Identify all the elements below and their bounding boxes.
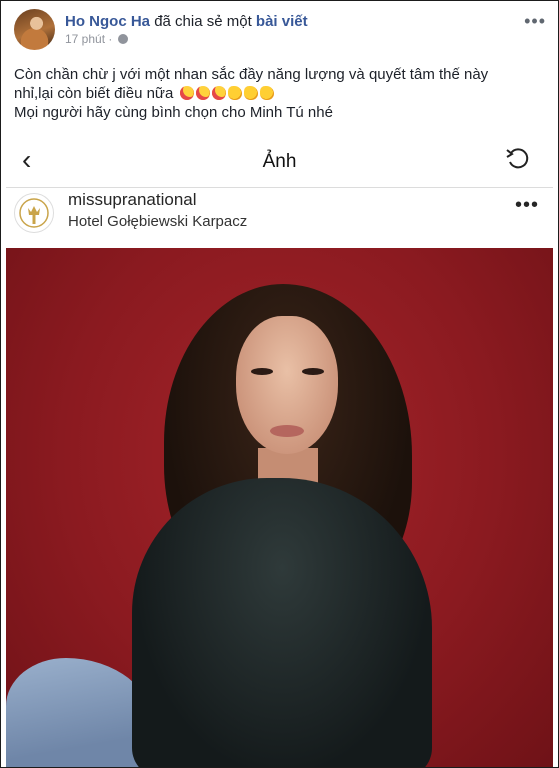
post-time[interactable]: 17 phút [65,32,105,46]
kiss-emoji-icon [195,86,210,100]
instagram-location[interactable]: Hotel Gołębiewski Karpacz [68,213,247,230]
shared-photo-view: ‹ Ảnh missupranational Hotel Gołębiewski… [6,139,553,767]
photo-eye [251,368,273,375]
post-text-line-3: Mọi người hãy cùng bình chọn cho Minh Tú… [14,104,333,121]
clap-emoji-icon [259,86,274,100]
kiss-emoji-icon [179,86,194,100]
photo-title: Ảnh [262,151,297,172]
shared-photo[interactable] [6,248,553,767]
post-text-line-2: nhỉ,lại còn biết điều nữa [14,84,544,103]
share-action-text: đã chia sẻ một [154,13,252,30]
post-text-line-2-text: nhỉ,lại còn biết điều nữa [14,85,174,102]
clap-emoji-icon [227,86,242,100]
post-header-line: Ho Ngoc Ha đã chia sẻ một bài viết [65,13,308,30]
post-header: Ho Ngoc Ha đã chia sẻ một bài viết 17 ph… [1,1,558,56]
facebook-post: Ho Ngoc Ha đã chia sẻ một bài viết 17 ph… [0,0,559,768]
photo-nav-bar: ‹ Ảnh [6,139,553,188]
pageant-logo-avatar[interactable] [14,193,54,233]
meta-separator: · [108,32,113,46]
author-name[interactable]: Ho Ngoc Ha [65,13,150,30]
kiss-emoji-icon [211,86,226,100]
globe-icon [117,34,128,44]
photo-eye [302,368,324,375]
more-icon[interactable]: ••• [515,194,539,217]
clap-emoji-icon [243,86,258,100]
post-text-line-1: Còn chần chừ j với một nhan sắc đầy năng… [14,66,489,83]
post-meta: 17 phút · [65,32,128,46]
photo-fur-coat [132,478,432,767]
shared-post-link[interactable]: bài viết [256,13,308,30]
author-avatar[interactable] [14,9,55,50]
crown-logo-icon [19,198,49,228]
more-icon[interactable]: ••• [524,11,546,32]
photo-lips [270,425,304,437]
refresh-icon[interactable] [505,146,531,172]
post-text: Còn chần chừ j với một nhan sắc đầy năng… [14,65,544,122]
instagram-username[interactable]: missupranational [68,190,197,210]
instagram-post-header: missupranational Hotel Gołębiewski Karpa… [6,188,553,246]
